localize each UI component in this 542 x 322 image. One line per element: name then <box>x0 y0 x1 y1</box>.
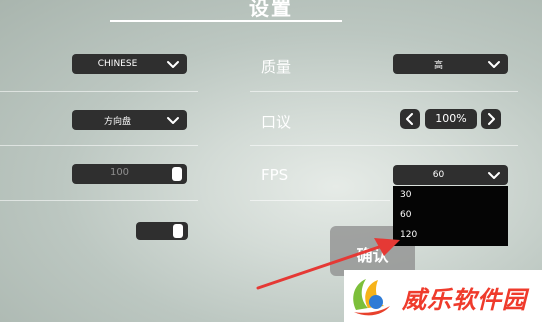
brand-logo-icon <box>353 279 390 316</box>
language-value: CHINESE <box>97 59 138 69</box>
fps-label: FPS <box>261 166 289 184</box>
fps-option-30[interactable]: 30 <box>400 190 411 200</box>
chevron-right-icon <box>488 113 495 125</box>
row-divider <box>0 145 198 146</box>
increase-button[interactable] <box>481 109 501 129</box>
toggle-switch[interactable] <box>136 222 188 240</box>
toggle-knob <box>173 224 183 238</box>
quality-value: 高 <box>433 60 443 71</box>
chevron-left-icon <box>406 113 413 125</box>
fps-option-60[interactable]: 60 <box>400 210 411 220</box>
chevron-down-icon <box>167 61 179 68</box>
zoom-label: 口议 <box>261 113 292 131</box>
row-divider <box>0 91 198 92</box>
settings-screen: 设置 CHINESE 方向盘 100 质量 高 口议 100% FPS 60 确… <box>0 0 542 322</box>
quality-dropdown[interactable]: 高 <box>393 54 508 74</box>
language-dropdown[interactable]: CHINESE <box>72 54 187 74</box>
fps-value: 60 <box>432 170 445 180</box>
row-divider <box>250 91 518 92</box>
volume-slider[interactable]: 100 <box>72 164 187 184</box>
watermark-text: 威乐软件园 <box>402 285 527 314</box>
slider-handle[interactable] <box>172 167 182 181</box>
row-divider <box>250 145 518 146</box>
title-underline <box>110 20 342 22</box>
row-divider <box>250 200 390 201</box>
chevron-down-icon <box>488 172 500 179</box>
decrease-button[interactable] <box>400 109 420 129</box>
watermark: 威乐软件园 <box>344 270 542 322</box>
fps-dropdown[interactable]: 60 <box>393 165 508 185</box>
slider-value: 100 <box>109 167 130 178</box>
chevron-down-icon <box>488 61 500 68</box>
settings-title: 设置 <box>249 0 293 20</box>
control-dropdown[interactable]: 方向盘 <box>72 110 187 130</box>
quality-label: 质量 <box>261 58 292 76</box>
control-value: 方向盘 <box>103 116 131 127</box>
row-divider <box>0 200 198 201</box>
chevron-down-icon <box>167 117 179 124</box>
zoom-value: 100% <box>425 109 477 129</box>
